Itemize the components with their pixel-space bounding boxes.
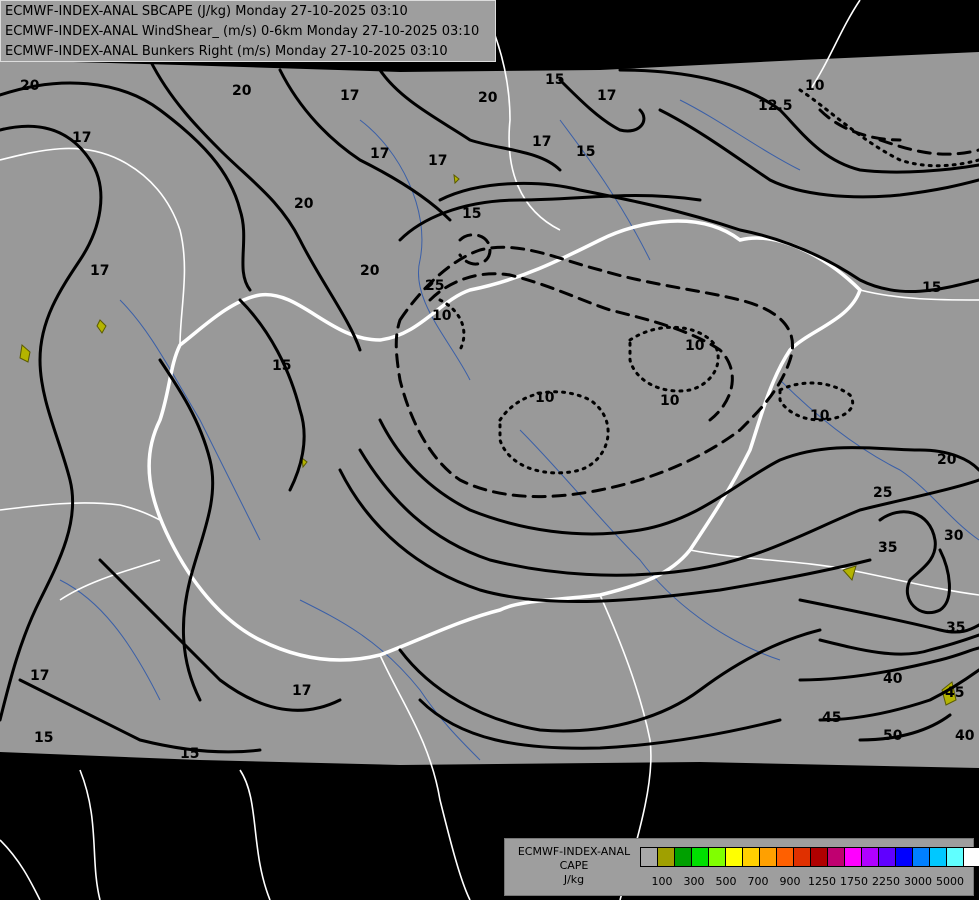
contour-label: 15: [34, 730, 53, 746]
legend-tick-label: 900: [779, 875, 801, 888]
map-title-box: ECMWF-INDEX-ANAL SBCAPE (J/kg) Monday 27…: [0, 0, 496, 62]
contour-label: 20: [937, 452, 957, 468]
legend-color-swatch: [844, 847, 862, 867]
contour-label: 17: [428, 153, 447, 169]
contour-label: 10: [660, 393, 680, 409]
contour-label: 45: [945, 685, 964, 701]
legend-tick-label: 1250: [808, 875, 836, 888]
legend-color-swatch: [776, 847, 794, 867]
legend-title: ECMWF-INDEX-ANAL CAPE J/kg: [509, 845, 639, 887]
legend-color-swatch: [878, 847, 896, 867]
contour-label: 17: [90, 263, 109, 279]
legend-tick-label: 100: [651, 875, 673, 888]
legend-tick-label: 2250: [872, 875, 900, 888]
legend-tick-label: 3000: [904, 875, 932, 888]
contour-label: 15: [180, 746, 199, 762]
contour-label: 30: [944, 528, 964, 544]
contour-label: 10: [535, 390, 555, 406]
legend-color-swatch: [827, 847, 845, 867]
legend-tick-label: 500: [715, 875, 737, 888]
legend-title-line: J/kg: [563, 873, 585, 886]
contour-label: 40: [955, 728, 975, 744]
legend-color-swatch: [759, 847, 777, 867]
cape-legend: ECMWF-INDEX-ANAL CAPE J/kg 100 300 500 7…: [504, 838, 979, 896]
legend-tick-label: 1750: [840, 875, 868, 888]
legend-color-swatch: [640, 847, 658, 867]
contour-label: 20: [360, 263, 380, 279]
legend-title-line: ECMWF-INDEX-ANAL: [517, 845, 631, 858]
title-line-bunkers: ECMWF-INDEX-ANAL Bunkers Right (m/s) Mon…: [5, 44, 448, 59]
contour-label: 20: [232, 83, 252, 99]
title-line-windshear: ECMWF-INDEX-ANAL WindShear_ (m/s) 0-6km …: [5, 24, 480, 39]
contour-label: 17: [370, 146, 389, 162]
legend-tick-label: 5000: [936, 875, 964, 888]
contour-label: 35: [878, 540, 897, 556]
legend-color-bar: [640, 847, 979, 867]
contour-label: 20: [20, 78, 40, 94]
contour-label: 15: [272, 358, 291, 374]
legend-color-swatch: [793, 847, 811, 867]
legend-color-swatch: [725, 847, 743, 867]
contour-label: 20: [294, 196, 314, 212]
legend-tick-label: 700: [747, 875, 769, 888]
contour-label: 25: [873, 485, 892, 501]
legend-color-swatch: [861, 847, 879, 867]
contour-label: 17: [340, 88, 359, 104]
contour-label: 15: [576, 144, 595, 160]
contour-label: 35: [946, 620, 965, 636]
legend-color-swatch: [912, 847, 930, 867]
contour-label: 15: [922, 280, 941, 296]
contour-label: 25: [425, 278, 444, 294]
contour-label: 15: [462, 206, 481, 222]
weather-map: 20 20 17 17 17 20 17 20 15 17 15 17 20 1…: [0, 0, 979, 900]
contour-label: 50: [883, 728, 903, 744]
contour-label: 10: [810, 408, 830, 424]
contour-label: 10: [432, 308, 452, 324]
legend-color-swatch: [963, 847, 979, 867]
contour-label: 17: [292, 683, 311, 699]
contour-label: 10: [685, 338, 705, 354]
legend-title-line: CAPE: [559, 859, 589, 872]
contour-label: 15: [545, 72, 564, 88]
legend-color-swatch: [742, 847, 760, 867]
legend-color-swatch: [691, 847, 709, 867]
title-line-sbcape: ECMWF-INDEX-ANAL SBCAPE (J/kg) Monday 27…: [5, 4, 408, 19]
contour-label: 17: [72, 130, 91, 146]
legend-color-swatch: [946, 847, 964, 867]
contour-label: 17: [30, 668, 49, 684]
contour-label: 45: [822, 710, 841, 726]
contour-label: 10: [805, 78, 825, 94]
contour-label: 12.5: [758, 98, 793, 114]
legend-color-swatch: [929, 847, 947, 867]
contour-label: 40: [883, 671, 903, 687]
legend-color-swatch: [810, 847, 828, 867]
contour-label: 17: [532, 134, 551, 150]
legend-color-swatch: [895, 847, 913, 867]
legend-tick-label: 300: [683, 875, 705, 888]
legend-color-swatch: [674, 847, 692, 867]
legend-color-swatch: [657, 847, 675, 867]
contour-label: 20: [478, 90, 498, 106]
legend-tick-labels: 100 300 500 700 900 1250 1750 2250 3000 …: [641, 875, 971, 891]
legend-color-swatch: [708, 847, 726, 867]
contour-label: 17: [597, 88, 616, 104]
